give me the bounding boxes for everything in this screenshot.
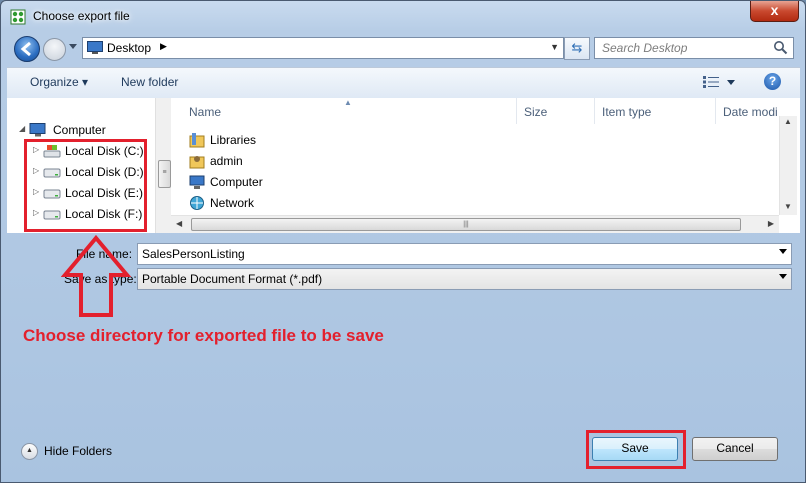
annotation-up-arrow-icon bbox=[61, 235, 131, 317]
back-button[interactable] bbox=[14, 36, 40, 62]
export-dialog: Choose export file x Desktop ▶ ▼ ⇆ Searc… bbox=[0, 0, 806, 483]
scroll-left-icon[interactable]: ◀ bbox=[176, 219, 182, 228]
organize-button[interactable]: Organize ▾ bbox=[30, 75, 88, 89]
file-name-input[interactable]: SalesPersonListing bbox=[137, 243, 792, 265]
file-list: ▲ Name Size Item type Date modi Librarie… bbox=[171, 98, 800, 233]
computer-icon bbox=[29, 123, 46, 137]
scroll-right-icon[interactable]: ▶ bbox=[768, 219, 774, 228]
save-type-select[interactable]: Portable Document Format (*.pdf) bbox=[137, 268, 792, 290]
close-button[interactable]: x bbox=[750, 1, 799, 22]
window-title: Choose export file bbox=[33, 9, 130, 23]
column-header-name[interactable]: Name bbox=[181, 98, 517, 124]
chevron-down-icon[interactable] bbox=[779, 274, 787, 279]
back-arrow-icon bbox=[20, 41, 31, 57]
help-icon[interactable]: ? bbox=[764, 73, 781, 90]
address-bar[interactable]: Desktop ▶ ▼ bbox=[82, 37, 564, 59]
view-dropdown-icon[interactable] bbox=[727, 80, 735, 85]
network-icon bbox=[190, 196, 204, 210]
user-folder-icon bbox=[189, 156, 205, 169]
scroll-down-icon[interactable]: ▼ bbox=[784, 202, 792, 211]
refresh-icon: ⇆ bbox=[571, 40, 583, 55]
annotation-text: Choose directory for exported file to be… bbox=[23, 326, 384, 345]
view-options-icon[interactable] bbox=[702, 75, 720, 89]
address-dropdown-icon[interactable]: ▼ bbox=[550, 42, 559, 52]
chevron-down-icon[interactable] bbox=[779, 249, 787, 254]
cancel-button[interactable]: Cancel bbox=[692, 437, 778, 461]
file-list-vertical-scrollbar[interactable]: ▲ ▼ bbox=[779, 116, 797, 215]
column-header-date-modified[interactable]: Date modi bbox=[715, 98, 779, 124]
chevron-up-icon: ▲ bbox=[21, 443, 38, 460]
search-icon bbox=[774, 41, 788, 55]
search-input[interactable]: Search Desktop bbox=[594, 37, 794, 59]
desktop-icon bbox=[87, 41, 103, 54]
column-header-item-type[interactable]: Item type bbox=[594, 98, 716, 124]
column-header-size[interactable]: Size bbox=[516, 98, 595, 124]
forward-button[interactable] bbox=[43, 38, 66, 61]
annotation-highlight-save bbox=[586, 430, 686, 469]
tree-label: Computer bbox=[53, 123, 106, 137]
refresh-button[interactable]: ⇆ bbox=[564, 37, 590, 60]
scroll-up-icon[interactable]: ▲ bbox=[784, 117, 792, 126]
scrollbar-thumb[interactable]: ||| bbox=[191, 218, 741, 231]
file-name-value: SalesPersonListing bbox=[142, 247, 245, 261]
collapse-icon[interactable]: ◢ bbox=[19, 124, 25, 133]
app-icon bbox=[10, 9, 26, 25]
annotation-highlight-drives bbox=[24, 139, 147, 232]
new-folder-button[interactable]: New folder bbox=[121, 75, 178, 89]
command-toolbar: Organize ▾ New folder ? bbox=[7, 67, 800, 99]
search-placeholder: Search Desktop bbox=[602, 41, 688, 55]
file-list-horizontal-scrollbar[interactable]: ◀ ||| ▶ bbox=[171, 215, 779, 233]
breadcrumb-separator-icon[interactable]: ▶ bbox=[160, 41, 167, 52]
title-bar[interactable]: Choose export file x bbox=[1, 1, 805, 33]
recent-pages-dropdown[interactable] bbox=[69, 44, 77, 49]
breadcrumb-desktop[interactable]: Desktop bbox=[107, 41, 151, 55]
computer-icon bbox=[189, 175, 205, 189]
scrollbar-thumb[interactable]: ≡ bbox=[158, 160, 171, 188]
libraries-icon bbox=[189, 133, 205, 148]
save-type-value: Portable Document Format (*.pdf) bbox=[142, 272, 323, 286]
